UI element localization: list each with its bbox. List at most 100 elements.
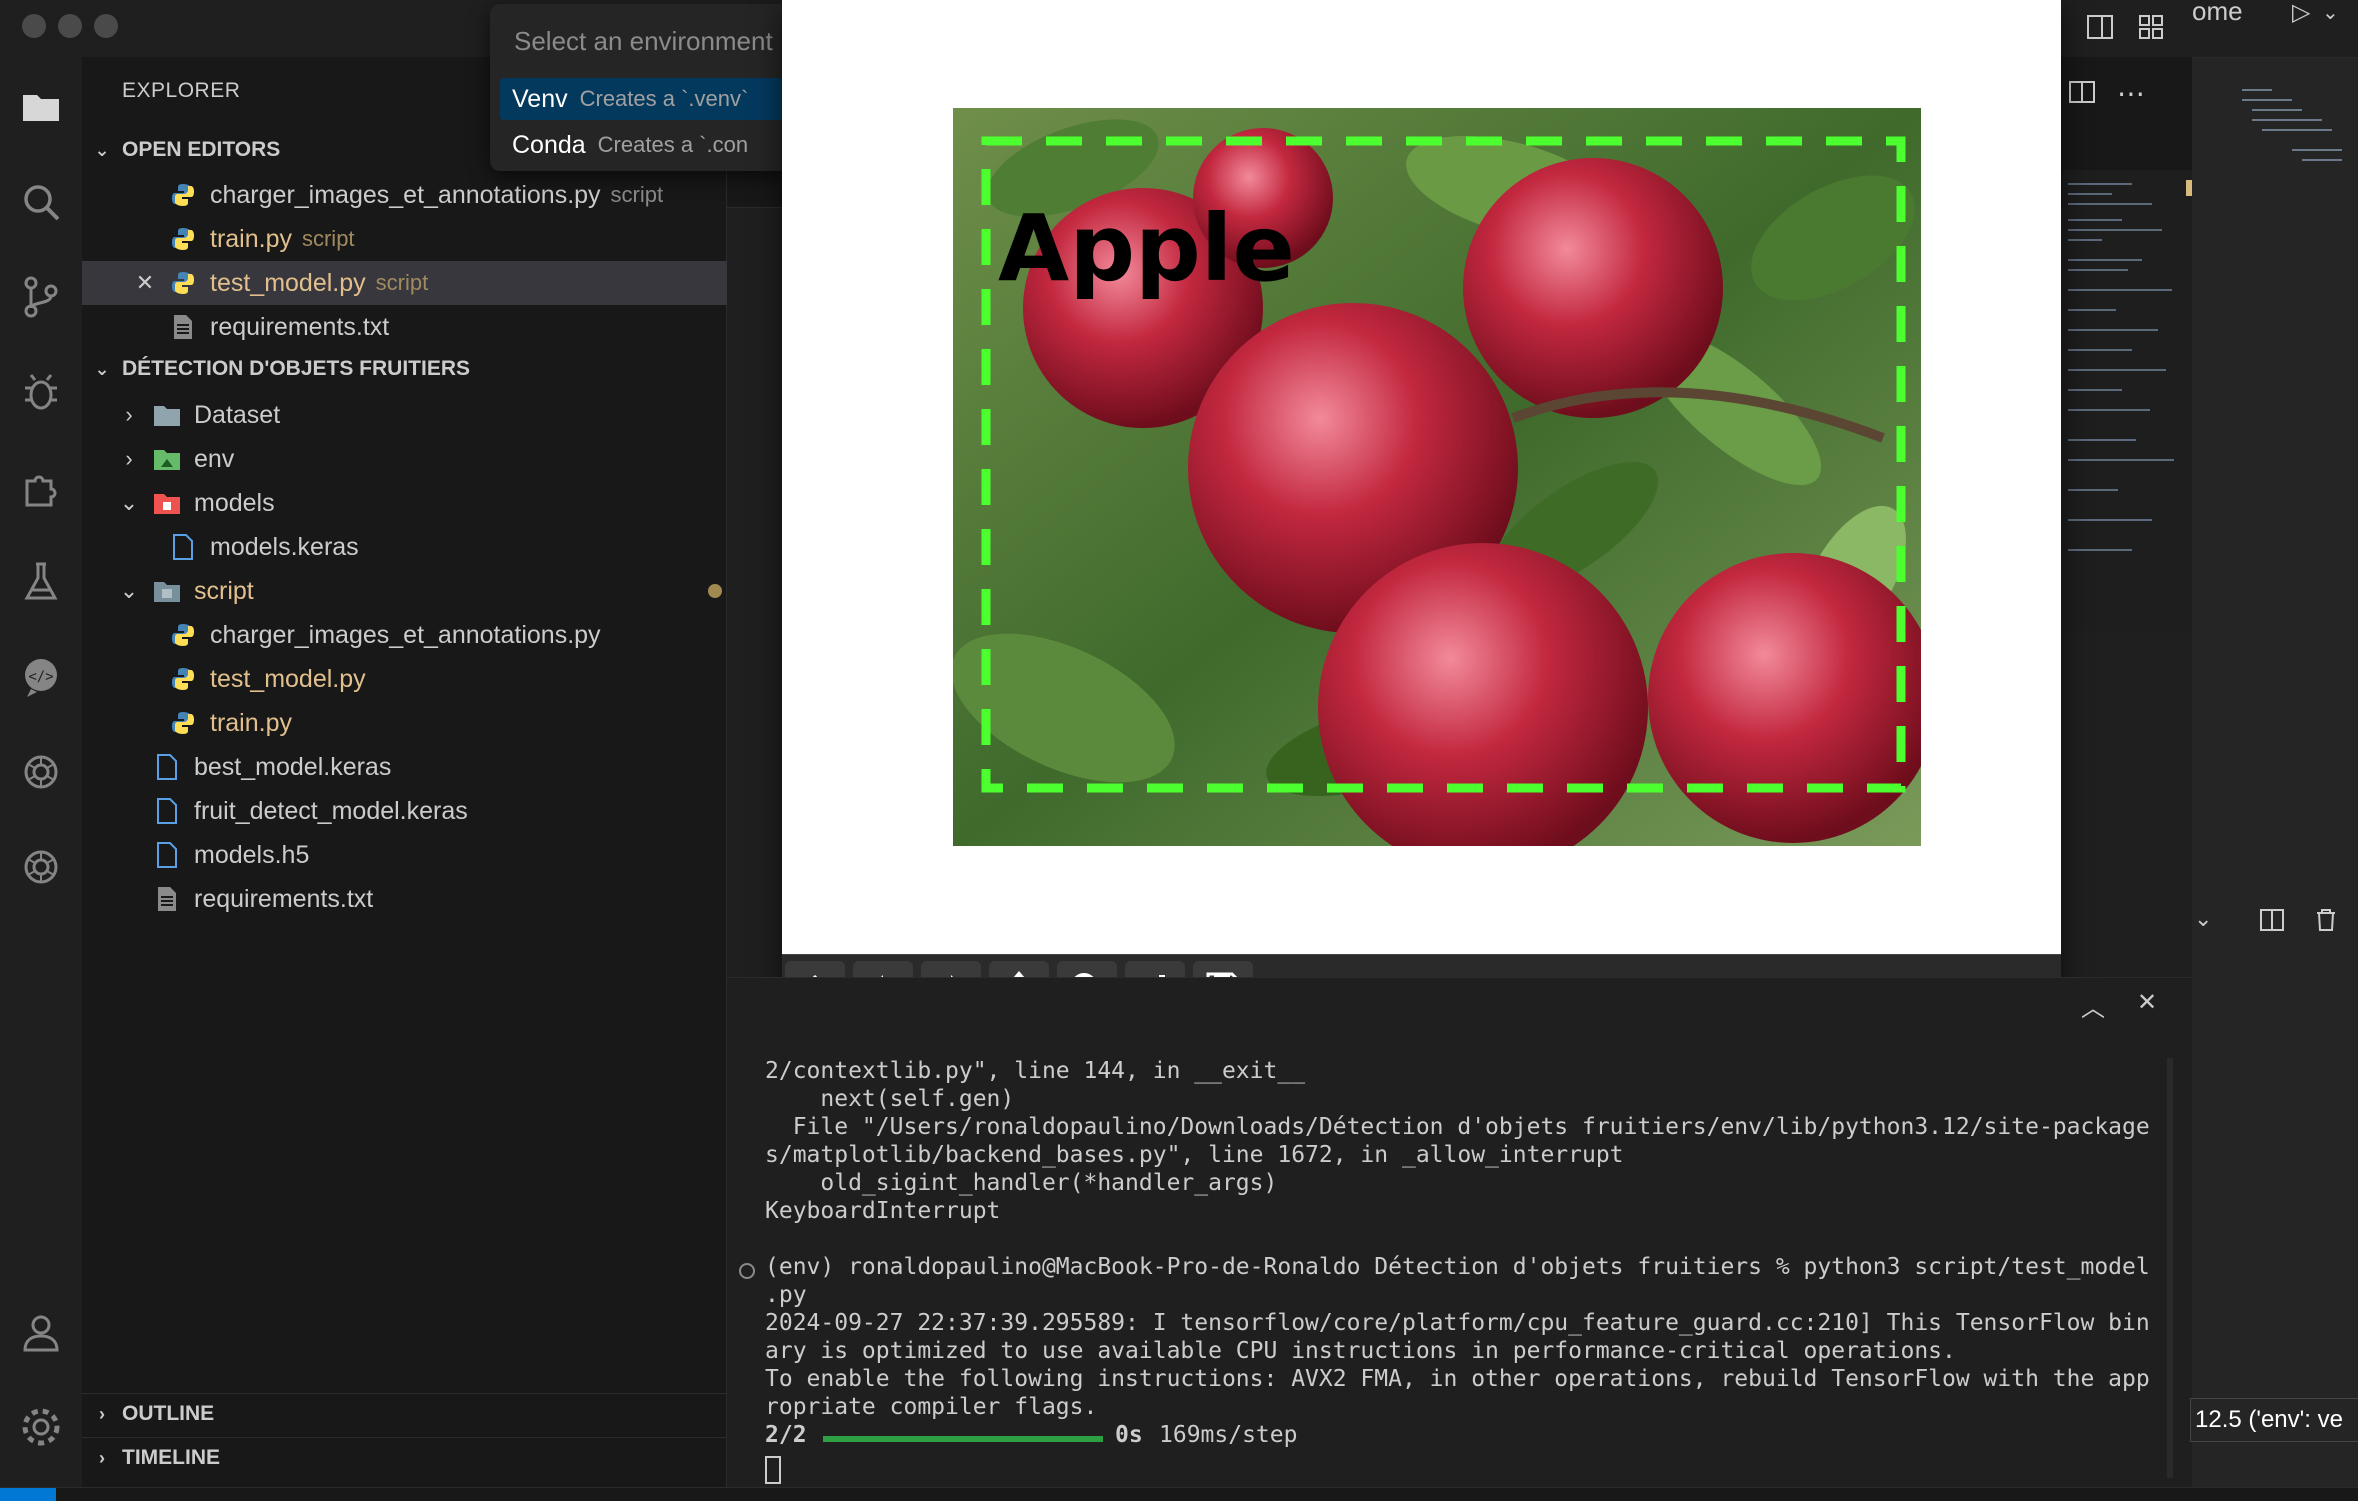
openai-icon[interactable] <box>0 737 82 807</box>
tree-item-file[interactable]: fruit_detect_model.keras <box>82 789 796 833</box>
tree-item-file[interactable]: train.py 5 <box>82 701 812 745</box>
terminal-line: ropriate compiler flags. <box>765 1394 1098 1420</box>
tree-item-file[interactable]: requirements.txt <box>82 877 796 921</box>
terminal-panel[interactable]: ︿ ✕ 2/contextlib.py", line 144, in __exi… <box>727 977 2192 1488</box>
python-file-icon <box>168 268 198 298</box>
timeline-header[interactable]: › TIMELINE <box>82 1437 726 1478</box>
tree-item-file[interactable]: models.h5 <box>82 833 796 877</box>
split-terminal-icon[interactable] <box>2258 906 2286 939</box>
env-folder-icon <box>152 444 182 474</box>
progress-label: 2/2 <box>765 1422 807 1448</box>
maximize-window-button[interactable] <box>94 14 118 38</box>
python-file-icon <box>168 664 198 694</box>
environment-search-input[interactable]: Select an environment <box>514 26 773 57</box>
remote-chat-icon[interactable]: </> <box>0 642 82 712</box>
python-file-icon <box>168 708 198 738</box>
more-actions-icon[interactable]: ⋯ <box>2117 77 2145 110</box>
quick-pick-item-conda[interactable]: Conda Creates a `.con <box>500 124 790 166</box>
detection-image: Apple <box>953 108 1921 846</box>
terminal-line: File "/Users/ronaldopaulino/Downloads/Dé… <box>765 1114 2150 1140</box>
command-decoration-icon[interactable] <box>739 1263 755 1279</box>
terminal-line: KeyboardInterrupt <box>765 1198 1001 1224</box>
minimap[interactable] <box>2062 170 2192 630</box>
python-file-icon <box>168 180 198 210</box>
tree-item-file[interactable]: test_model.py 2 <box>82 657 812 701</box>
search-icon[interactable] <box>0 167 82 237</box>
chevron-right-icon: › <box>99 1403 105 1424</box>
layout-grid-icon[interactable] <box>2136 12 2166 47</box>
project-header[interactable]: ⌄ DÉTECTION D'OBJETS FRUITIERS <box>82 349 726 389</box>
tree-item-models[interactable]: ⌄ models <box>82 481 758 525</box>
close-window-button[interactable] <box>22 14 46 38</box>
terminal-line: .py <box>765 1282 807 1308</box>
environment-quick-pick: Select an environment Venv Creates a `.v… <box>490 4 790 171</box>
quick-pick-item-venv[interactable]: Venv Creates a `.venv` <box>500 78 790 120</box>
maximize-panel-icon[interactable]: ︿ <box>2081 988 2105 1023</box>
python-file-icon <box>168 620 198 650</box>
minimize-window-button[interactable] <box>58 14 82 38</box>
openai-icon-2[interactable] <box>0 832 82 902</box>
open-editor-item[interactable]: requirements.txt <box>82 305 812 349</box>
terminal-dropdown-icon[interactable]: ⌄ <box>2194 906 2212 932</box>
extensions-icon[interactable] <box>0 452 82 522</box>
tree-item-script[interactable]: ⌄ script <box>82 569 758 613</box>
terminal-line: old_sigint_handler(*handler_args) <box>765 1170 1278 1196</box>
modified-dot-indicator <box>708 584 722 598</box>
terminal-line: 2024-09-27 22:37:39.295589: I tensorflow… <box>765 1310 2150 1336</box>
python-file-icon <box>168 224 198 254</box>
chevron-down-icon: ⌄ <box>94 139 110 160</box>
progress-time: 0s <box>1115 1422 1143 1448</box>
run-icon[interactable]: ▷ <box>2292 0 2310 27</box>
tree-item-dataset[interactable]: › Dataset <box>82 393 758 437</box>
tree-item-file[interactable]: best_model.keras <box>82 745 796 789</box>
debug-icon[interactable] <box>0 357 82 427</box>
terminal-line: s/matplotlib/backend_bases.py", line 167… <box>765 1142 1624 1168</box>
open-editor-item[interactable]: charger_images_et_annotations.py script <box>82 173 812 217</box>
secondary-minimap <box>2242 89 2342 161</box>
outline-header[interactable]: › OUTLINE <box>82 1393 726 1434</box>
progress-bar-fill <box>823 1436 1103 1442</box>
account-icon[interactable] <box>0 1297 82 1367</box>
text-file-icon <box>168 312 198 342</box>
remote-indicator[interactable] <box>0 1488 56 1501</box>
text-file-icon <box>152 884 182 914</box>
tree-item-env[interactable]: › env <box>82 437 758 481</box>
chevron-right-icon: › <box>99 1447 105 1468</box>
open-editor-item[interactable]: train.py script 5 <box>82 217 812 261</box>
explorer-sidebar: EXPLORER ⌄ OPEN EDITORS charger_images_e… <box>82 57 780 1487</box>
tree-item-file[interactable]: charger_images_et_annotations.py <box>82 613 812 657</box>
toggle-panel-icon[interactable] <box>2085 12 2115 47</box>
svg-text:</>: </> <box>28 669 53 685</box>
explorer-icon[interactable] <box>0 72 82 142</box>
chevron-down-icon: ⌄ <box>119 578 139 603</box>
source-control-icon[interactable] <box>0 262 82 332</box>
terminal-cursor <box>765 1456 781 1484</box>
terminal-line: 2/contextlib.py", line 144, in __exit__ <box>765 1058 1306 1084</box>
matplotlib-figure-window: Apple <box>782 0 2061 1023</box>
chevron-down-icon[interactable]: ⌄ <box>2322 0 2339 25</box>
window-title-fragment: ome <box>2192 0 2243 26</box>
close-icon[interactable]: ✕ <box>130 270 160 296</box>
settings-gear-icon[interactable] <box>0 1392 82 1462</box>
terminal-line: (env) ronaldopaulino@MacBook-Pro-de-Rona… <box>765 1254 2150 1280</box>
testing-flask-icon[interactable] <box>0 547 82 617</box>
explorer-title: EXPLORER <box>122 79 241 102</box>
right-panel: ome ▷ ⌄ ⌄ <box>2192 0 2358 1487</box>
close-panel-icon[interactable]: ✕ <box>2137 988 2157 1017</box>
status-bar <box>0 1487 2358 1501</box>
file-icon <box>152 840 182 870</box>
terminal-line: next(self.gen) <box>765 1086 1015 1112</box>
terminal-scrollbar[interactable] <box>2167 1058 2173 1478</box>
open-editor-item-active[interactable]: ✕ test_model.py script 2 <box>82 261 774 305</box>
trash-icon[interactable] <box>2312 906 2340 939</box>
folder-icon <box>152 400 182 430</box>
models-folder-icon <box>152 488 182 518</box>
progress-rate: 169ms/step <box>1159 1422 1298 1448</box>
progress-track <box>823 1436 1103 1442</box>
file-icon <box>152 796 182 826</box>
tree-item-models-keras[interactable]: models.keras <box>82 525 812 569</box>
terminal-line: ary is optimized to use available CPU in… <box>765 1338 1956 1364</box>
chevron-right-icon: › <box>125 402 133 427</box>
split-editor-icon[interactable] <box>2067 77 2097 112</box>
terminal-line: To enable the following instructions: AV… <box>765 1366 2150 1392</box>
